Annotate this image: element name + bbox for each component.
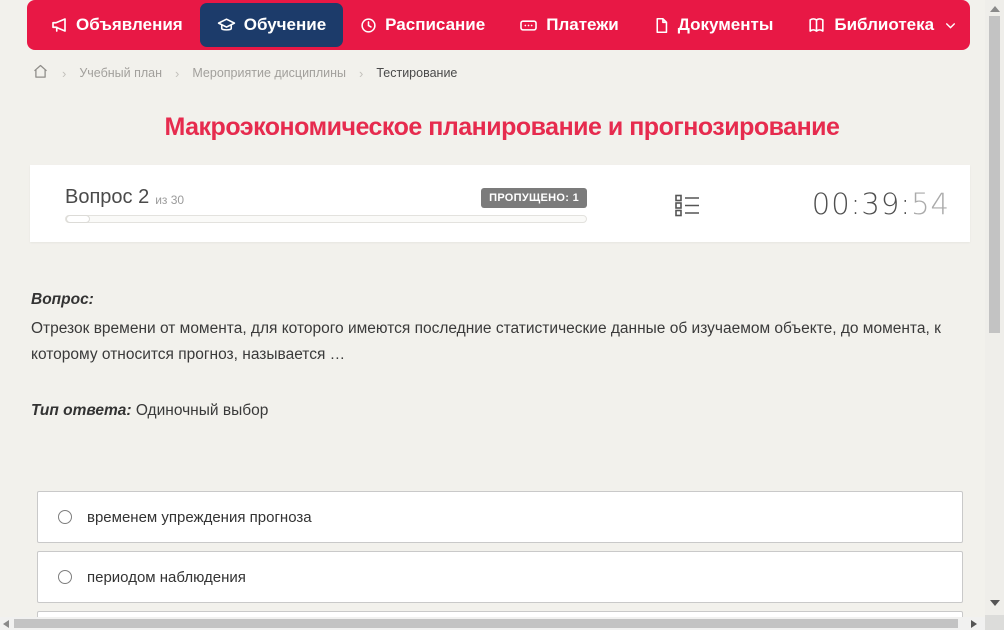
question-heading: Вопрос: <box>31 291 94 308</box>
answer-option-label: периодом наблюдения <box>87 568 246 586</box>
answer-option-label: временем упреждения прогноза <box>87 508 312 526</box>
scrollbar-corner <box>985 615 1004 630</box>
question-number: Вопрос 2 <box>65 186 150 208</box>
scroll-left-arrow-icon[interactable] <box>3 620 9 628</box>
nav-item-label: Расписание <box>385 15 486 34</box>
question-progress-bar[interactable] <box>65 215 587 223</box>
chevron-down-icon <box>944 19 957 32</box>
nav-item-learning[interactable]: Обучение <box>199 3 344 47</box>
timer-main: 00:39: <box>811 186 912 221</box>
answer-type-label: Тип ответа: <box>31 402 132 419</box>
wallet-icon <box>519 16 538 35</box>
radio-button[interactable] <box>58 510 72 524</box>
breadcrumb-discipline-event[interactable]: Мероприятие дисциплины <box>192 66 346 80</box>
breadcrumb-curriculum[interactable]: Учебный план <box>79 66 162 80</box>
radio-button[interactable] <box>58 570 72 584</box>
horizontal-scrollbar[interactable] <box>0 617 985 630</box>
scroll-down-arrow-icon[interactable] <box>990 600 1000 606</box>
answer-type-value: Одиночный выбор <box>135 402 269 419</box>
question-list-icon[interactable] <box>674 192 701 224</box>
question-header-card: Вопрос 2 из 30 ПРОПУЩЕНО: 1 00:39:54 <box>30 165 970 242</box>
question-text: Отрезок времени от момента, для которого… <box>31 320 941 363</box>
answer-option-1[interactable]: временем упреждения прогноза <box>37 491 963 543</box>
timer-seconds: 54 <box>911 186 950 221</box>
nav-item-documents[interactable]: Документы <box>636 3 791 47</box>
chevron-right-icon: › <box>359 65 364 81</box>
nav-item-label: Библиотека <box>834 15 935 34</box>
nav-item-schedule[interactable]: Расписание <box>343 3 502 47</box>
breadcrumb: › Учебный план › Мероприятие дисциплины … <box>32 62 457 84</box>
question-progress-block: Вопрос 2 из 30 ПРОПУЩЕНО: 1 <box>65 186 587 223</box>
scroll-right-arrow-icon[interactable] <box>971 620 977 628</box>
home-icon[interactable] <box>32 63 49 83</box>
nav-item-label: Обучение <box>243 15 327 34</box>
vertical-scrollbar[interactable] <box>985 0 1004 615</box>
question-total: из 30 <box>155 193 185 207</box>
vertical-scrollbar-thumb[interactable] <box>989 16 1000 333</box>
graduation-cap-icon <box>217 16 236 35</box>
scroll-up-arrow-icon[interactable] <box>990 6 1000 12</box>
skipped-badge: ПРОПУЩЕНО: 1 <box>481 188 587 208</box>
megaphone-icon <box>50 16 68 34</box>
nav-item-label: Объявления <box>76 15 183 34</box>
breadcrumb-testing: Тестирование <box>376 66 458 80</box>
chevron-right-icon: › <box>175 65 180 81</box>
timer: 00:39:54 <box>812 187 950 221</box>
nav-item-announcements[interactable]: Объявления <box>33 3 200 47</box>
chevron-right-icon: › <box>62 65 67 81</box>
clock-icon <box>360 17 377 34</box>
page-title: Макроэкономическое планирование и прогно… <box>164 113 840 141</box>
answer-option-2[interactable]: периодом наблюдения <box>37 551 963 603</box>
nav-item-label: Документы <box>677 15 774 34</box>
nav-item-label: Платежи <box>546 15 619 34</box>
answer-options: временем упреждения прогноза периодом на… <box>37 491 963 630</box>
horizontal-scrollbar-thumb[interactable] <box>14 619 958 628</box>
nav-item-library[interactable]: Библиотека <box>790 3 974 47</box>
question-block: Вопрос: Отрезок времени от момента, для … <box>31 291 956 420</box>
top-navbar: Объявления Обучение Расписание Платежи Д… <box>27 0 970 50</box>
nav-item-payments[interactable]: Платежи <box>502 3 636 47</box>
document-icon <box>653 17 670 34</box>
book-icon <box>807 16 826 35</box>
progress-thumb <box>66 215 90 223</box>
